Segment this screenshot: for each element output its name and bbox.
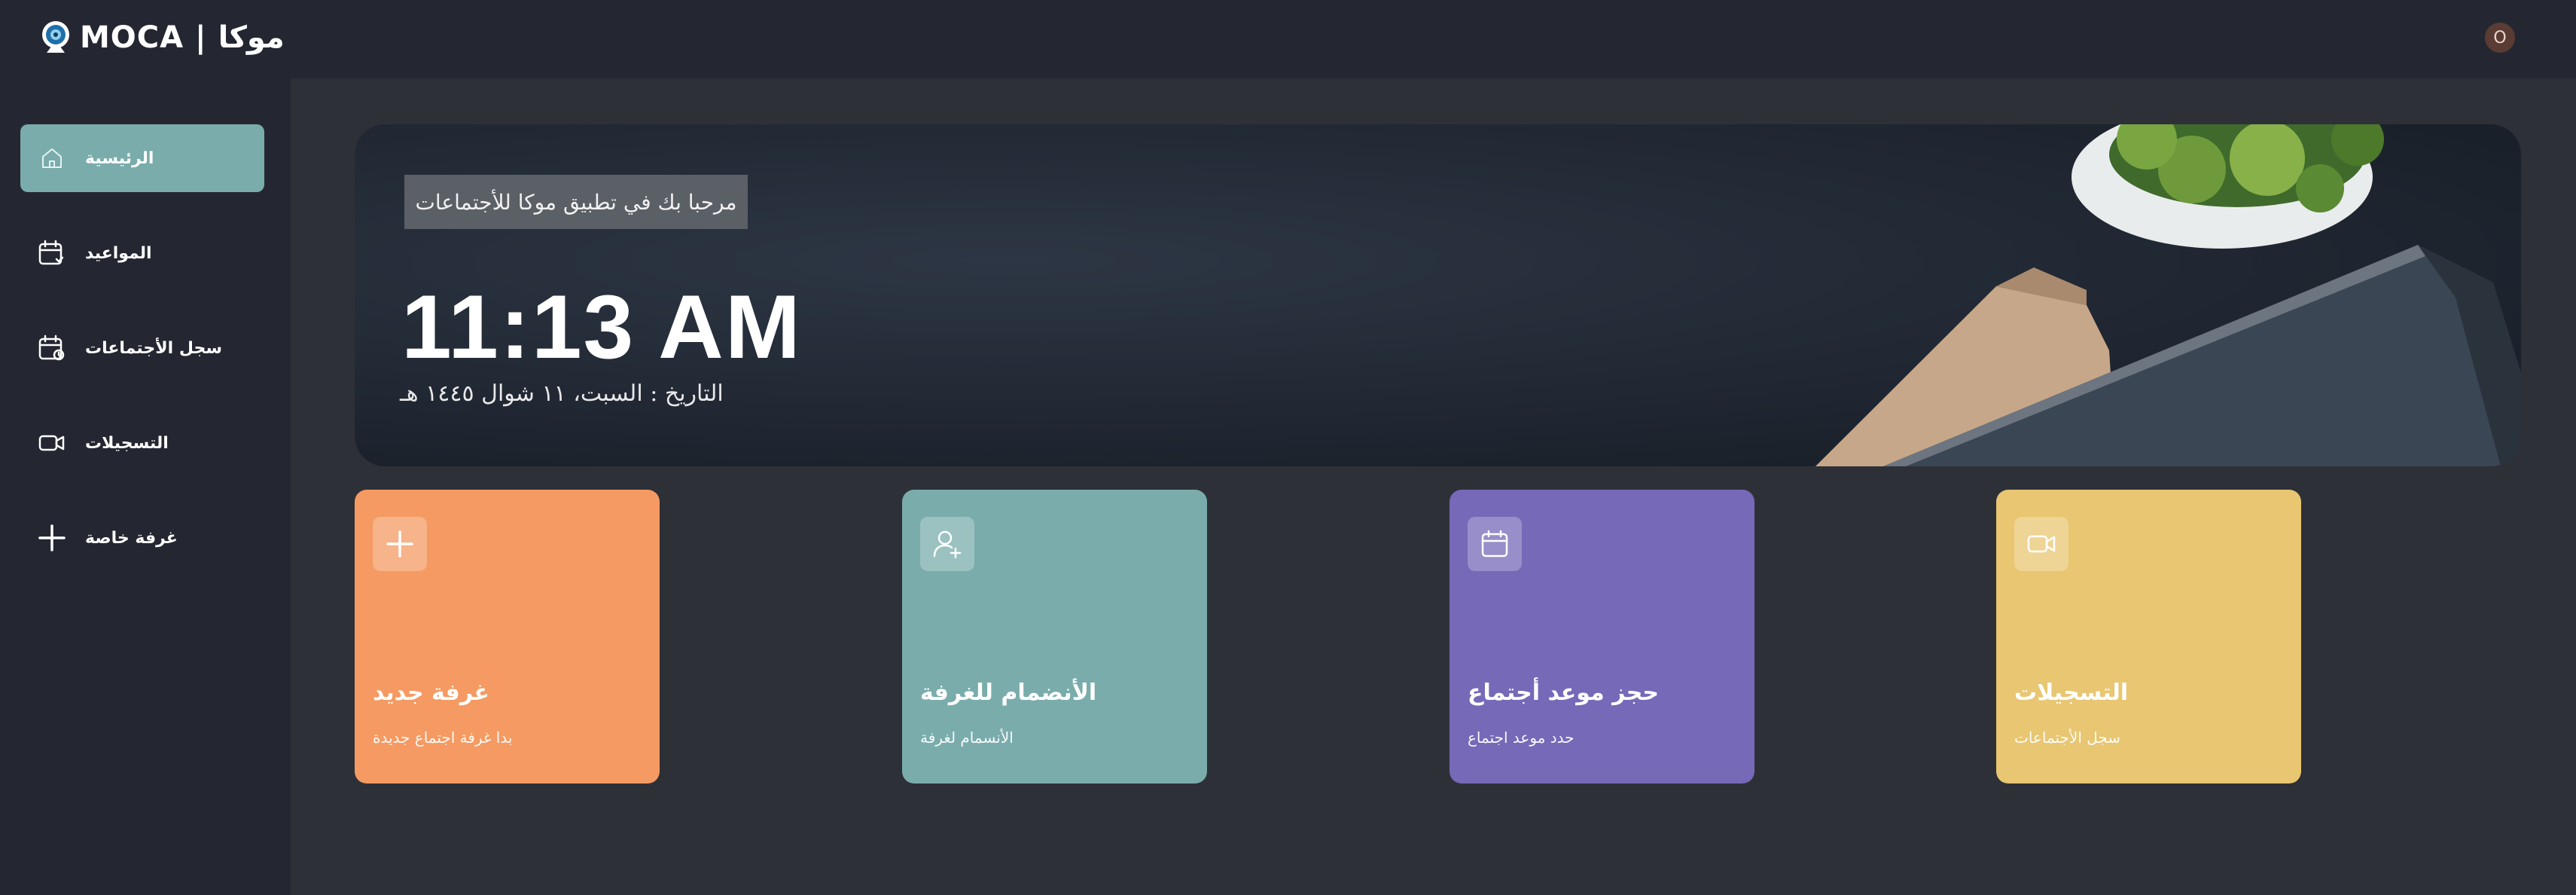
current-time: 11:13 AM (401, 276, 802, 377)
sidebar-item-recordings[interactable]: التسجيلات (20, 409, 264, 477)
sidebar-item-label: غرفة خاصة (85, 528, 178, 548)
card-subtitle: الأنسمام لغرفة (920, 729, 1014, 747)
sidebar-item-meeting-history[interactable]: سجل الأجتماعات (20, 314, 264, 382)
card-icon-box (373, 517, 427, 571)
card-title: الأنضمام للغرفة (920, 680, 1097, 706)
card-subtitle: بدا غرفة اجتماع جديدة (373, 729, 513, 747)
top-bar: MOCA | موكا O (0, 0, 2576, 78)
calendar-history-icon (38, 334, 65, 361)
card-title: التسجيلات (2014, 680, 2129, 706)
sidebar-item-label: المواعيد (85, 243, 152, 263)
calendar-clock-icon (38, 240, 64, 265)
sidebar-item-label: التسجيلات (85, 433, 169, 453)
hero-banner: مرحبا بك في تطبيق موكا للأجتماعات 11:13 … (355, 124, 2521, 466)
card-icon-box (1468, 517, 1522, 571)
card-join-room[interactable]: الأنضمام للغرفة الأنسمام لغرفة (902, 490, 1207, 784)
user-plus-icon (933, 530, 962, 559)
app-logo-text: MOCA | موكا (80, 20, 285, 55)
card-icon-box (2014, 517, 2068, 571)
card-title: حجز موعد أجتماع (1468, 680, 1660, 706)
sidebar: الرئيسية المواعيد سجل الأجتماعات التسجيل… (0, 78, 291, 895)
sidebar-item-label: سجل الأجتماعات (85, 338, 222, 358)
sidebar-item-private-room[interactable]: غرفة خاصة (20, 504, 264, 572)
home-icon (42, 148, 62, 168)
plus-icon (386, 530, 413, 557)
webcam-icon (42, 21, 69, 53)
plus-icon (38, 524, 66, 551)
sidebar-item-home[interactable]: الرئيسية (20, 124, 264, 192)
card-subtitle: حدد موعد اجتماع (1468, 729, 1575, 747)
video-icon (38, 435, 65, 451)
card-new-room[interactable]: غرفة جديد بدا غرفة اجتماع جديدة (355, 490, 660, 784)
card-recordings[interactable]: التسجيلات سجل الأجتماعات (1996, 490, 2301, 784)
card-icon-box (920, 517, 974, 571)
card-subtitle: سجل الأجتماعات (2014, 729, 2121, 747)
video-icon (2027, 535, 2056, 553)
calendar-icon (1481, 530, 1508, 557)
app-logo[interactable]: MOCA | موكا (38, 18, 285, 57)
sidebar-item-appointments[interactable]: المواعيد (20, 219, 264, 287)
current-date: التاريخ : السبت، ١١ شوال ١٤٤٥ هـ (400, 380, 724, 407)
user-avatar[interactable]: O (2485, 23, 2515, 53)
welcome-message: مرحبا بك في تطبيق موكا للأجتماعات (404, 175, 748, 229)
sidebar-item-label: الرئيسية (85, 148, 154, 168)
card-schedule-meeting[interactable]: حجز موعد أجتماع حدد موعد اجتماع (1450, 490, 1754, 784)
card-title: غرفة جديد (373, 680, 489, 706)
